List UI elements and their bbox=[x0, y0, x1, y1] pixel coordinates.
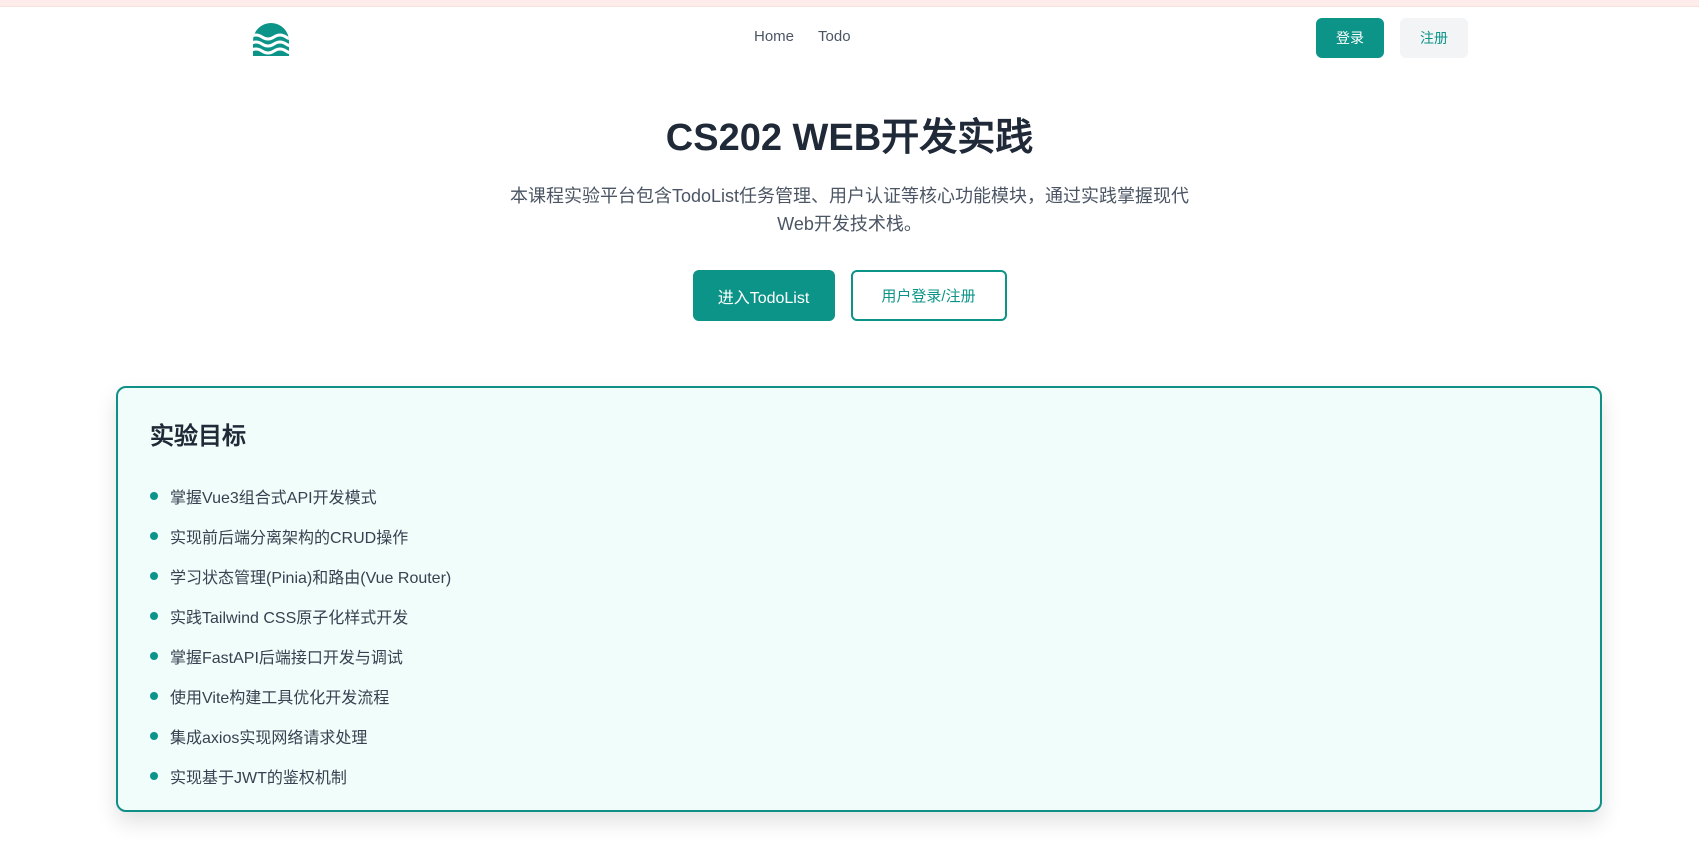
goal-text: 掌握FastAPI后端接口开发与调试 bbox=[170, 650, 403, 667]
list-item: 使用Vite构建工具优化开发流程 bbox=[150, 676, 1568, 716]
list-item: 实现前后端分离架构的CRUD操作 bbox=[150, 516, 1568, 556]
cta-buttons: 进入TodoList 用户登录/注册 bbox=[0, 270, 1699, 321]
hero-section: CS202 WEB开发实践 本课程实验平台包含TodoList任务管理、用户认证… bbox=[0, 112, 1699, 238]
bullet-dot-icon bbox=[150, 572, 158, 580]
list-item: 学习状态管理(Pinia)和路由(Vue Router) bbox=[150, 556, 1568, 596]
page-title: CS202 WEB开发实践 bbox=[665, 117, 1034, 159]
goal-text: 掌握Vue3组合式API开发模式 bbox=[170, 490, 377, 507]
bullet-dot-icon bbox=[150, 532, 158, 540]
bullet-dot-icon bbox=[150, 772, 158, 780]
list-item: 实现基于JWT的鉴权机制 bbox=[150, 756, 1568, 796]
goal-text: 学习状态管理(Pinia)和路由(Vue Router) bbox=[170, 570, 452, 587]
nav-home[interactable]: Home bbox=[754, 28, 794, 45]
list-item: 实践Tailwind CSS原子化样式开发 bbox=[150, 596, 1568, 636]
list-item: 集成axios实现网络请求处理 bbox=[150, 716, 1568, 756]
site-header: Home Todo 登录 注册 bbox=[0, 6, 1699, 70]
bullet-dot-icon bbox=[150, 652, 158, 660]
bullet-dot-icon bbox=[150, 692, 158, 700]
goals-list: 掌握Vue3组合式API开发模式 实现前后端分离架构的CRUD操作 学习状态管理… bbox=[150, 476, 1568, 796]
goal-text: 使用Vite构建工具优化开发流程 bbox=[170, 690, 390, 707]
list-item: 掌握Vue3组合式API开发模式 bbox=[150, 476, 1568, 516]
goal-text: 集成axios实现网络请求处理 bbox=[170, 730, 368, 747]
main-nav: Home Todo bbox=[754, 28, 851, 45]
user-login-register-button[interactable]: 用户登录/注册 bbox=[850, 270, 1007, 321]
waves-logo-icon[interactable] bbox=[252, 22, 290, 56]
enter-todolist-button[interactable]: 进入TodoList bbox=[692, 270, 835, 321]
goals-card: 实验目标 掌握Vue3组合式API开发模式 实现前后端分离架构的CRUD操作 学… bbox=[116, 386, 1602, 812]
bullet-dot-icon bbox=[150, 612, 158, 620]
goals-title: 实验目标 bbox=[150, 423, 246, 450]
bullet-dot-icon bbox=[150, 492, 158, 500]
nav-todo[interactable]: Todo bbox=[818, 28, 851, 45]
register-button[interactable]: 注册 bbox=[1400, 18, 1468, 58]
list-item: 掌握FastAPI后端接口开发与调试 bbox=[150, 636, 1568, 676]
hero-description: 本课程实验平台包含TodoList任务管理、用户认证等核心功能模块，通过实践掌握… bbox=[509, 186, 1190, 234]
goal-text: 实践Tailwind CSS原子化样式开发 bbox=[170, 610, 409, 627]
bullet-dot-icon bbox=[150, 732, 158, 740]
goal-text: 实现基于JWT的鉴权机制 bbox=[170, 770, 347, 787]
login-button[interactable]: 登录 bbox=[1316, 18, 1384, 58]
goal-text: 实现前后端分离架构的CRUD操作 bbox=[170, 530, 409, 547]
